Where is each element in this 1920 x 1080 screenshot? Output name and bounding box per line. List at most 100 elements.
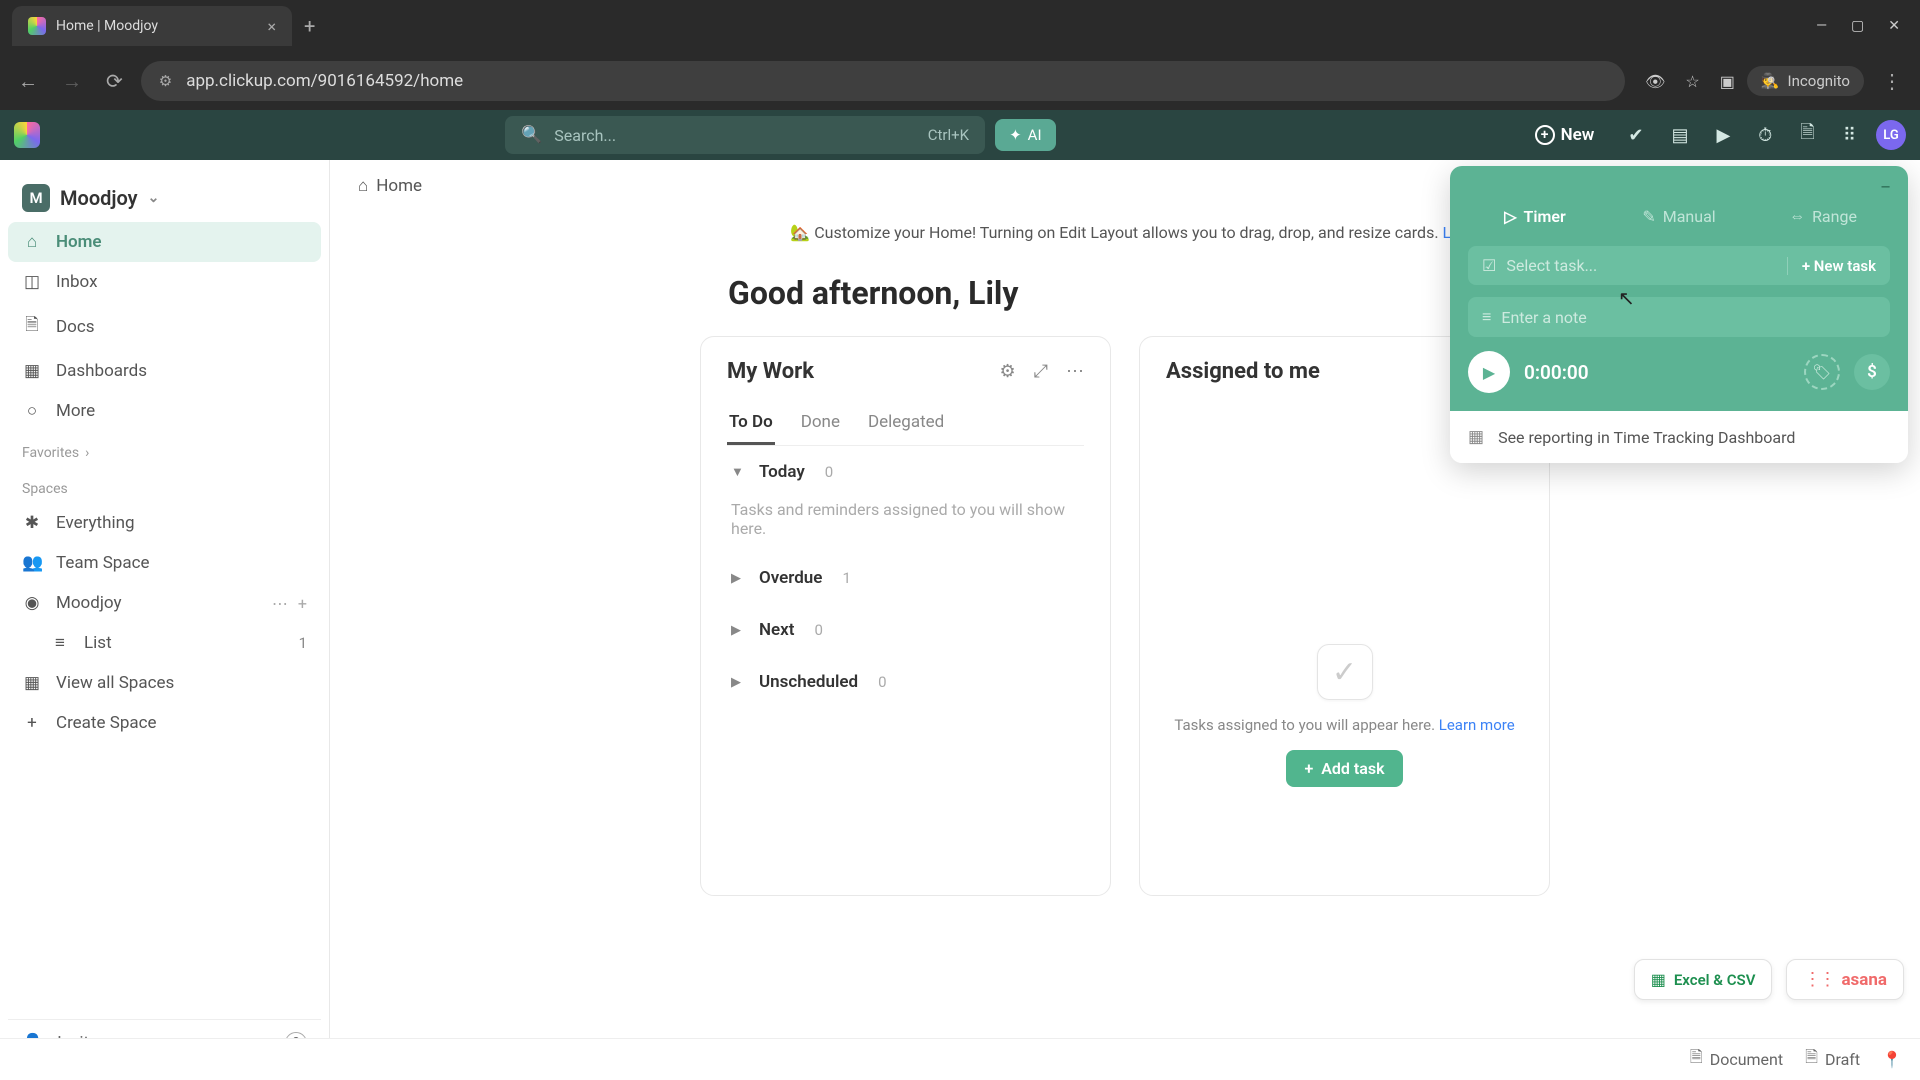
workspace-icon: M <box>22 184 50 212</box>
status-draft[interactable]: 🗎 Draft <box>1805 1046 1860 1073</box>
reload-icon[interactable]: ⟳ <box>100 63 129 99</box>
status-document[interactable]: 🗎 Document <box>1690 1046 1783 1073</box>
group-name: Overdue <box>759 568 822 588</box>
site-settings-icon[interactable]: ⚙ <box>159 72 172 90</box>
timer-report-label: See reporting in Time Tracking Dashboard <box>1498 428 1795 447</box>
tab-todo[interactable]: To Do <box>727 402 775 445</box>
pin-icon[interactable]: 📍 <box>1882 1050 1902 1069</box>
billable-button[interactable]: $ <box>1854 354 1890 390</box>
workspace-switcher[interactable]: M Moodjoy ⌄ <box>8 174 321 222</box>
plus-icon: + <box>22 713 42 733</box>
eye-off-icon[interactable]: 👁 <box>1645 72 1665 91</box>
network-icon: ✱ <box>22 513 42 533</box>
video-icon[interactable]: ▶ <box>1708 125 1738 146</box>
tab-delegated[interactable]: Delegated <box>866 402 946 445</box>
browser-tab-strip: Home | Moodjoy × + ― ▢ ✕ <box>0 0 1920 52</box>
doc-icon[interactable]: 🗎 <box>1792 120 1822 150</box>
plus-icon: + <box>1304 759 1313 778</box>
today-empty-text: Tasks and reminders assigned to you will… <box>727 498 1084 552</box>
favorites-header[interactable]: Favorites › <box>8 431 321 467</box>
sidebar: M Moodjoy ⌄ ⌂ Home ◫ Inbox 🗎 Docs ▦ Dash… <box>0 160 330 1080</box>
group-next[interactable]: ▶ Next 0 <box>727 604 1084 656</box>
minimize-icon[interactable]: ― <box>1816 18 1827 34</box>
apps-grid-icon[interactable]: ⠿ <box>1835 125 1864 146</box>
more-dots-icon[interactable]: ⋯ <box>272 594 288 613</box>
browser-toolbar: ← → ⟳ ⚙ app.clickup.com/9016164592/home … <box>0 52 1920 110</box>
sidebar-item-create-space[interactable]: + Create Space <box>8 703 321 743</box>
close-window-icon[interactable]: ✕ <box>1888 18 1900 34</box>
timer-tab-range[interactable]: ⇔ Range <box>1756 198 1890 234</box>
search-bar[interactable]: 🔍 Search... Ctrl+K <box>505 116 985 154</box>
dashboard-icon: ▦ <box>22 361 42 381</box>
sidebar-item-team-space[interactable]: 👥 Team Space <box>8 543 321 583</box>
new-button[interactable]: + New <box>1535 125 1595 145</box>
timer-tab-timer[interactable]: ▷ Timer <box>1468 198 1602 234</box>
minimize-panel-icon[interactable]: — <box>1468 180 1890 198</box>
import-asana-button[interactable]: ⋮⋮ asana <box>1786 959 1904 1000</box>
timer-report-link[interactable]: ▦ See reporting in Time Tracking Dashboa… <box>1450 411 1908 463</box>
gear-icon[interactable]: ⚙ <box>999 361 1015 382</box>
sidebar-item-list[interactable]: ≡ List 1 <box>8 623 321 663</box>
back-icon[interactable]: ← <box>12 63 44 100</box>
expand-icon[interactable]: ⤢ <box>1034 361 1048 382</box>
tab-done[interactable]: Done <box>799 402 842 445</box>
incognito-label: Incognito <box>1788 72 1850 90</box>
forward-icon[interactable]: → <box>56 63 88 100</box>
timer-tab-label: Manual <box>1663 207 1716 226</box>
maximize-icon[interactable]: ▢ <box>1851 18 1864 34</box>
plus-icon[interactable]: + <box>298 594 307 613</box>
sidebar-item-home[interactable]: ⌂ Home <box>8 222 321 262</box>
sidebar-item-moodjoy[interactable]: ◉ Moodjoy ⋯ + <box>8 583 321 623</box>
timer-tab-manual[interactable]: ✎ Manual <box>1612 198 1746 234</box>
learn-more-link[interactable]: Learn more <box>1439 716 1515 734</box>
sidebar-item-inbox[interactable]: ◫ Inbox <box>8 262 321 302</box>
sidebar-item-view-all-spaces[interactable]: ▦ View all Spaces <box>8 663 321 703</box>
sidebar-item-everything[interactable]: ✱ Everything <box>8 503 321 543</box>
spaces-label: Spaces <box>22 481 68 497</box>
search-icon: 🔍 <box>521 125 542 145</box>
group-count: 0 <box>815 621 823 639</box>
group-unscheduled[interactable]: ▶ Unscheduled 0 <box>727 656 1084 708</box>
browser-menu-icon[interactable]: ⋮ <box>1876 63 1908 99</box>
clock-icon[interactable]: ⏱ <box>1750 125 1780 146</box>
mywork-tabs: To Do Done Delegated <box>727 402 1084 446</box>
sidebar-item-docs[interactable]: 🗎 Docs <box>8 302 321 351</box>
wifi-icon: ◉ <box>22 593 42 613</box>
sidebar-item-more[interactable]: ○ More <box>8 391 321 431</box>
select-task-input[interactable] <box>1506 256 1776 275</box>
group-overdue[interactable]: ▶ Overdue 1 <box>727 552 1084 604</box>
notepad-icon[interactable]: ▤ <box>1663 125 1696 146</box>
sidebar-label: Home <box>56 232 102 252</box>
avatar[interactable]: LG <box>1876 120 1906 150</box>
ai-button[interactable]: ✦ AI <box>995 119 1055 151</box>
excel-label: Excel & CSV <box>1674 971 1756 989</box>
sidebar-label: Docs <box>56 317 95 337</box>
tag-button[interactable]: 🏷 <box>1804 354 1840 390</box>
check-circle-icon[interactable]: ✔ <box>1620 125 1651 146</box>
search-shortcut: Ctrl+K <box>928 126 969 144</box>
new-task-button[interactable]: + New task <box>1787 257 1876 275</box>
chevron-right-icon: ▶ <box>731 675 745 690</box>
note-input[interactable] <box>1501 308 1876 327</box>
select-task-row[interactable]: ☑ + New task <box>1468 246 1890 285</box>
more-dots-icon[interactable]: ⋯ <box>1066 361 1084 382</box>
add-task-button[interactable]: + Add task <box>1286 750 1402 787</box>
chevron-right-icon: › <box>85 445 89 461</box>
close-tab-icon[interactable]: × <box>267 17 276 36</box>
bookmark-icon[interactable]: ☆ <box>1685 72 1699 91</box>
sidebar-item-dashboards[interactable]: ▦ Dashboards <box>8 351 321 391</box>
url-field[interactable]: ⚙ app.clickup.com/9016164592/home <box>141 61 1625 101</box>
note-row[interactable]: ≡ <box>1468 297 1890 337</box>
clickup-logo-icon[interactable] <box>14 122 40 148</box>
favicon-icon <box>28 17 46 35</box>
group-name: Unscheduled <box>759 672 858 692</box>
group-today[interactable]: ▼ Today 0 <box>727 446 1084 498</box>
group-name: Next <box>759 620 795 640</box>
side-panel-icon[interactable]: ▣ <box>1720 72 1735 91</box>
new-tab-button[interactable]: + <box>304 14 315 38</box>
incognito-badge[interactable]: 🕵 Incognito <box>1747 66 1864 96</box>
workspace-name: Moodjoy <box>60 186 138 210</box>
browser-tab[interactable]: Home | Moodjoy × <box>12 6 292 46</box>
import-excel-button[interactable]: ▦ Excel & CSV <box>1634 959 1773 1000</box>
play-button[interactable]: ▶ <box>1468 351 1510 393</box>
